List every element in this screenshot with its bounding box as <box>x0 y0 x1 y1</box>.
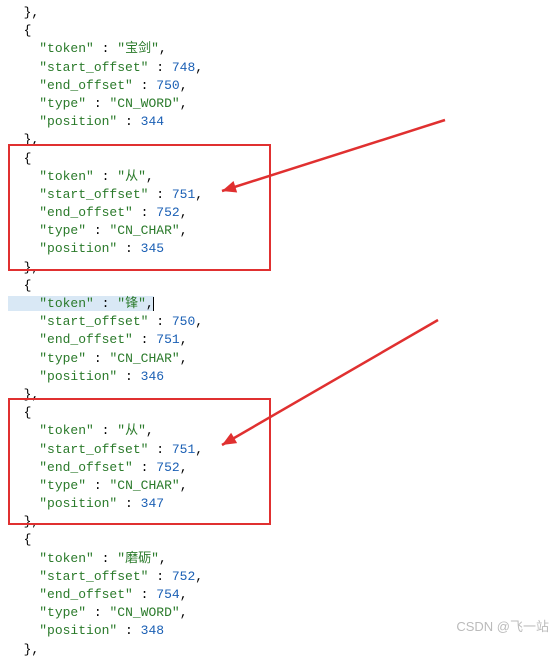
code-line: { <box>8 277 551 295</box>
code-line: "type" : "CN_WORD", <box>8 95 551 113</box>
code-line: }, <box>8 513 551 531</box>
code-line: "position" : 344 <box>8 113 551 131</box>
code-line: { <box>8 22 551 40</box>
code-line: "end_offset" : 750, <box>8 77 551 95</box>
code-line: }, <box>8 4 551 22</box>
code-line: "position" : 347 <box>8 495 551 513</box>
code-line: "token" : "宝剑", <box>8 40 551 58</box>
code-line: "end_offset" : 752, <box>8 204 551 222</box>
code-line: "start_offset" : 751, <box>8 441 551 459</box>
code-line: "start_offset" : 748, <box>8 59 551 77</box>
code-line: "start_offset" : 751, <box>8 186 551 204</box>
code-line: "start_offset" : 750, <box>8 313 551 331</box>
code-line: "end_offset" : 751, <box>8 331 551 349</box>
code-line: { <box>8 150 551 168</box>
code-line: "start_offset" : 752, <box>8 568 551 586</box>
code-line: }, <box>8 131 551 149</box>
code-line: }, <box>8 386 551 404</box>
code-line: "end_offset" : 752, <box>8 459 551 477</box>
code-line: "token" : "锋", <box>8 295 551 313</box>
code-line: { <box>8 404 551 422</box>
code-line: "type" : "CN_CHAR", <box>8 477 551 495</box>
code-line: { <box>8 531 551 549</box>
code-line: "token" : "从", <box>8 168 551 186</box>
code-line: }, <box>8 641 551 659</box>
code-line: "token" : "磨砺", <box>8 550 551 568</box>
code-line: "position" : 345 <box>8 240 551 258</box>
code-line: "position" : 346 <box>8 368 551 386</box>
code-line: "end_offset" : 754, <box>8 586 551 604</box>
code-line: "token" : "从", <box>8 422 551 440</box>
code-line: }, <box>8 259 551 277</box>
watermark: CSDN @飞一站 <box>456 618 549 636</box>
code-view: }, { "token" : "宝剑", "start_offset" : 74… <box>8 4 551 659</box>
code-line: "type" : "CN_CHAR", <box>8 222 551 240</box>
code-line: "type" : "CN_CHAR", <box>8 350 551 368</box>
